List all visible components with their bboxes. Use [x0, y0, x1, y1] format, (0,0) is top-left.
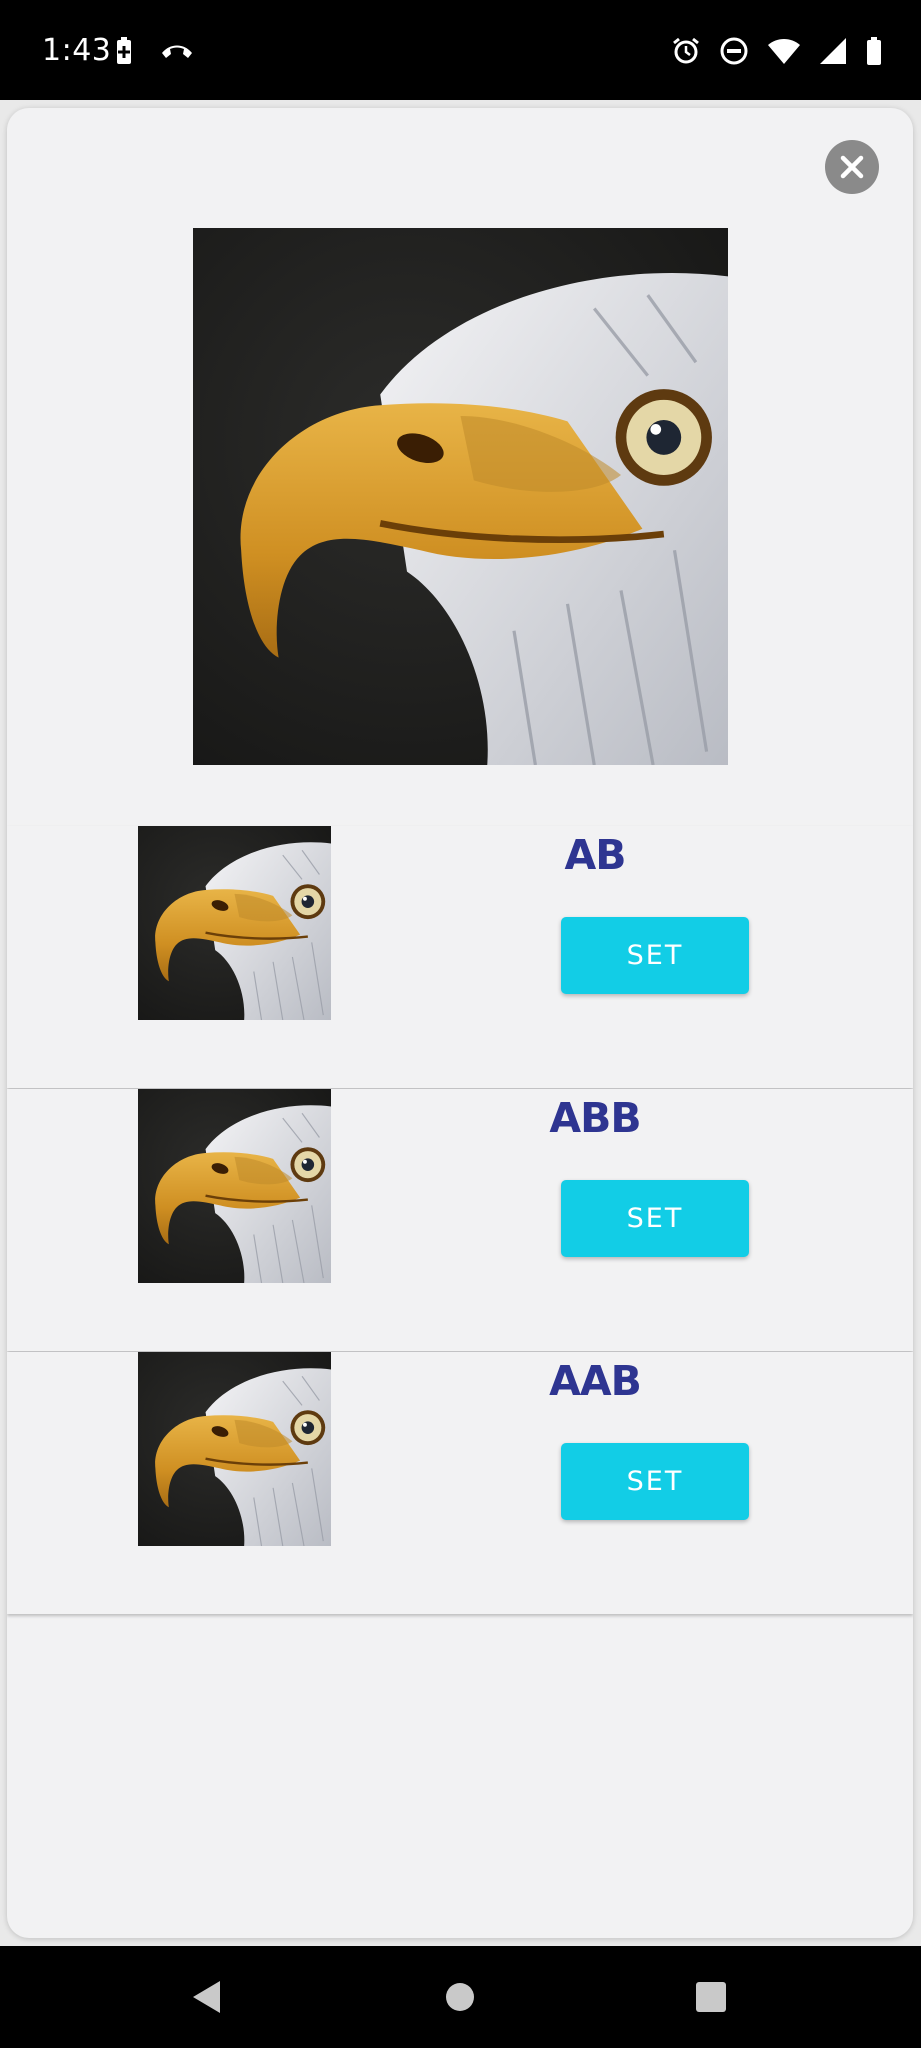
- back-icon[interactable]: [190, 1979, 224, 2019]
- status-time: 1:43: [42, 33, 112, 68]
- do-not-disturb-icon: [719, 36, 749, 70]
- missed-call-icon: [160, 41, 194, 65]
- home-icon[interactable]: [445, 1982, 475, 2016]
- option-row: AAB SET: [7, 1352, 913, 1614]
- battery-saver-icon: [114, 36, 134, 70]
- alarm-icon: [671, 36, 701, 70]
- set-button[interactable]: SET: [561, 1443, 749, 1520]
- hero-eagle-image: [193, 228, 728, 765]
- option-row: ABB SET: [7, 1089, 913, 1351]
- option-label: AAB: [549, 1357, 642, 1405]
- status-bar: 1:43: [0, 0, 921, 100]
- option-thumbnail: [138, 1352, 331, 1546]
- option-row: AB SET: [7, 826, 913, 1088]
- image-picker-dialog: AB SET ABB SET AAB SET: [7, 108, 913, 1938]
- close-button[interactable]: [825, 140, 879, 194]
- option-thumbnail: [138, 826, 331, 1020]
- set-button[interactable]: SET: [561, 917, 749, 994]
- battery-icon: [865, 36, 883, 70]
- close-icon: [840, 155, 864, 179]
- option-label: AB: [564, 831, 627, 879]
- option-thumbnail: [138, 1089, 331, 1283]
- set-button[interactable]: SET: [561, 1180, 749, 1257]
- navigation-bar: [0, 1946, 921, 2048]
- option-label: ABB: [549, 1094, 641, 1142]
- recents-icon[interactable]: [695, 1981, 727, 2017]
- signal-icon: [819, 37, 847, 69]
- wifi-icon: [767, 37, 801, 69]
